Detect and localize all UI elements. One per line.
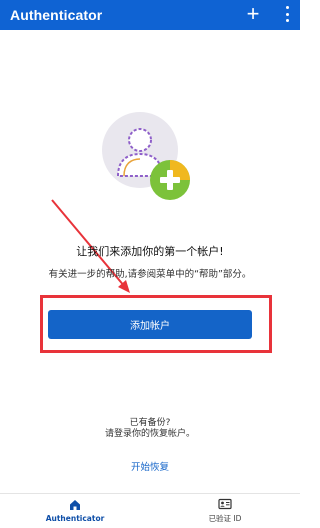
home-icon <box>70 500 80 510</box>
app-title: Authenticator <box>10 7 103 23</box>
add-account-button[interactable]: 添加帐户 <box>48 310 252 339</box>
nav-label-verified-id: 已验证 ID <box>208 514 242 523</box>
nav-item-authenticator[interactable]: Authenticator <box>0 494 150 528</box>
backup-question: 已有备份? <box>129 418 171 428</box>
annotation-arrow <box>51 199 130 293</box>
add-account-person-plus-icon <box>102 112 190 200</box>
nav-item-verified-id[interactable]: 已验证 ID <box>150 494 300 528</box>
help-text: 有关进一步的帮助,请参阅菜单中的“帮助”部分。 <box>48 269 252 280</box>
start-restore-link[interactable]: 开始恢复 <box>0 459 300 473</box>
backup-instruction: 请登录你的恢复帐户。 <box>104 429 195 439</box>
bottom-nav: Authenticator 已验证 ID <box>0 493 300 528</box>
nav-label-authenticator: Authenticator <box>45 514 105 523</box>
add-account-illustration <box>100 110 196 206</box>
more-vertical-icon[interactable] <box>282 6 292 22</box>
backup-prompt: 已有备份? 请登录你的恢复帐户。 <box>0 418 300 440</box>
id-card-icon <box>218 498 232 510</box>
page-headline: 让我们来添加你的第一个帐户! <box>76 245 224 258</box>
app-bar: Authenticator + <box>0 0 300 30</box>
plus-icon[interactable]: + <box>244 3 262 25</box>
